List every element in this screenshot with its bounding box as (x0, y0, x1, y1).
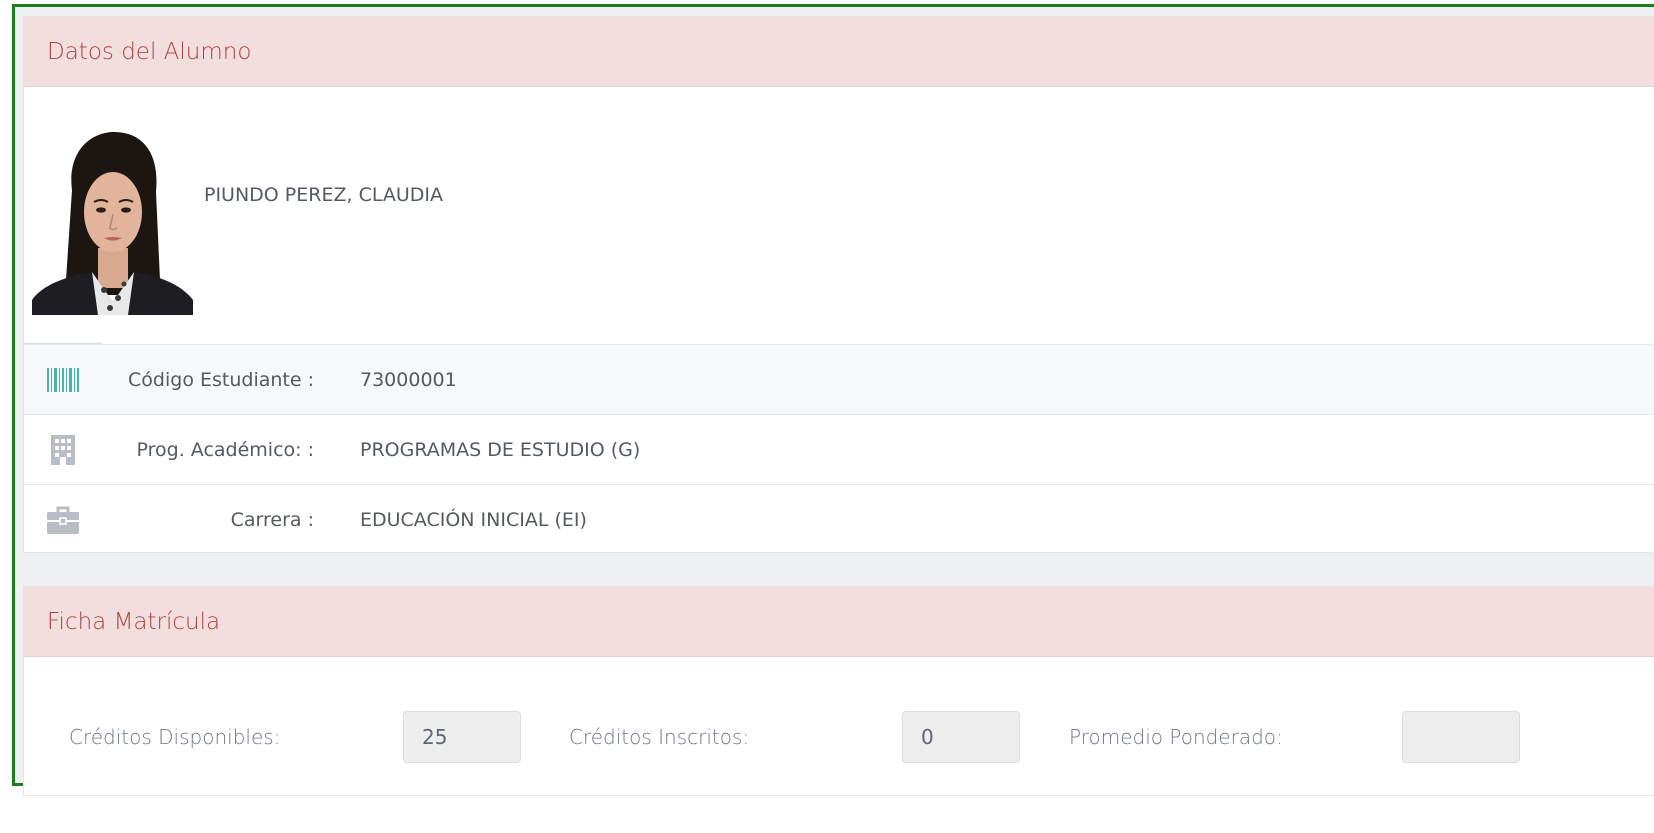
available-credits-input[interactable]: 25 (403, 711, 521, 763)
weighted-average-label: Promedio Ponderado: (1069, 725, 1283, 749)
student-data-panel: Datos del Alumno PIUNDO PEREZ, CLAUDIA C… (23, 16, 1654, 553)
student-name: PIUNDO PEREZ, CLAUDIA (204, 184, 443, 206)
student-photo (32, 130, 193, 315)
enrolled-credits-input[interactable]: 0 (902, 711, 1020, 763)
available-credits-field: Créditos Disponibles: 25 (69, 711, 549, 763)
weighted-average-input[interactable] (1402, 711, 1520, 763)
student-code-value: 73000001 (360, 368, 457, 391)
barcode-icon (46, 365, 80, 395)
weighted-average-field: Promedio Ponderado: (1069, 711, 1549, 763)
career-row: Carrera : EDUCACIÓN INICIAL (EI) (24, 484, 1654, 554)
available-credits-label: Créditos Disponibles: (69, 725, 281, 749)
briefcase-icon (46, 505, 80, 535)
enrolled-credits-field: Créditos Inscritos: 0 (569, 711, 1049, 763)
student-data-heading: Datos del Alumno (24, 17, 1654, 87)
academic-program-value: PROGRAMAS DE ESTUDIO (G) (360, 438, 641, 461)
academic-program-row: Prog. Académico: : PROGRAMAS DE ESTUDIO … (24, 414, 1654, 484)
career-value: EDUCACIÓN INICIAL (EI) (360, 508, 587, 531)
academic-program-label: Prog. Académico: : (136, 438, 315, 461)
career-label: Carrera : (230, 508, 314, 531)
building-icon (46, 434, 80, 465)
student-code-label: Código Estudiante : (128, 368, 314, 391)
enrolled-credits-label: Créditos Inscritos: (569, 725, 750, 749)
enrollment-panel: Ficha Matrícula Créditos Disponibles: 25… (23, 586, 1654, 796)
enrollment-heading: Ficha Matrícula (24, 587, 1654, 657)
student-code-row: Código Estudiante : 73000001 (24, 344, 1654, 414)
